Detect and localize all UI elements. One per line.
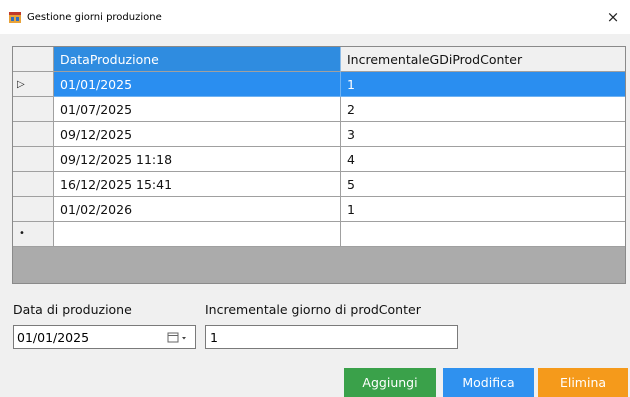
- window-title: Gestione giorni produzione: [27, 12, 162, 23]
- table-row[interactable]: 01/02/2026 1: [13, 197, 625, 222]
- cell-incrementale[interactable]: 5: [341, 172, 625, 197]
- increment-input[interactable]: 1: [205, 325, 458, 349]
- cell-data[interactable]: 01/02/2026: [54, 197, 341, 222]
- title-bar: Gestione giorni produzione ×: [0, 0, 630, 34]
- calendar-dropdown-icon[interactable]: [167, 331, 189, 345]
- row-header[interactable]: [13, 147, 54, 172]
- delete-button[interactable]: Elimina: [538, 368, 628, 397]
- cell-incrementale[interactable]: 1: [341, 197, 625, 222]
- table-row[interactable]: 09/12/2025 3: [13, 122, 625, 147]
- row-header[interactable]: [13, 172, 54, 197]
- table-row[interactable]: ▷ 01/01/2025 1: [13, 72, 625, 97]
- increment-value: 1: [210, 330, 218, 345]
- column-header-dataproduzione[interactable]: DataProduzione: [54, 47, 341, 72]
- date-value: 01/01/2025: [17, 330, 90, 345]
- cell-data[interactable]: 01/07/2025: [54, 97, 341, 122]
- row-header[interactable]: [13, 197, 54, 222]
- row-header-corner[interactable]: [13, 47, 54, 72]
- column-header-incrementale[interactable]: IncrementaleGDiProdConter: [341, 47, 625, 72]
- grid-header: DataProduzione IncrementaleGDiProdConter: [13, 47, 625, 72]
- cell-data[interactable]: 09/12/2025 11:18: [54, 147, 341, 172]
- cell-incrementale[interactable]: 3: [341, 122, 625, 147]
- cell-data-new[interactable]: [54, 222, 341, 247]
- table-row[interactable]: 16/12/2025 15:41 5: [13, 172, 625, 197]
- cell-data[interactable]: 09/12/2025: [54, 122, 341, 147]
- cell-incrementale[interactable]: 4: [341, 147, 625, 172]
- row-header[interactable]: ▷: [13, 72, 54, 97]
- table-row[interactable]: 09/12/2025 11:18 4: [13, 147, 625, 172]
- cell-data[interactable]: 01/01/2025: [54, 72, 341, 97]
- date-picker[interactable]: 01/01/2025: [13, 325, 196, 349]
- close-icon[interactable]: ×: [602, 8, 624, 26]
- new-row-marker-icon: •: [19, 228, 25, 239]
- current-row-marker-icon: ▷: [17, 79, 25, 90]
- form-window-icon: [9, 12, 21, 23]
- data-grid[interactable]: DataProduzione IncrementaleGDiProdConter…: [12, 46, 626, 284]
- cell-data[interactable]: 16/12/2025 15:41: [54, 172, 341, 197]
- table-row[interactable]: 01/07/2025 2: [13, 97, 625, 122]
- add-button[interactable]: Aggiungi: [344, 368, 436, 397]
- cell-incrementale[interactable]: 1: [341, 72, 625, 97]
- row-header[interactable]: [13, 122, 54, 147]
- date-label: Data di produzione: [13, 302, 132, 317]
- modify-button[interactable]: Modifica: [443, 368, 534, 397]
- row-header[interactable]: •: [13, 222, 54, 247]
- cell-incrementale[interactable]: 2: [341, 97, 625, 122]
- new-row[interactable]: •: [13, 222, 625, 247]
- increment-label: Incrementale giorno di prodConter: [205, 302, 421, 317]
- cell-incrementale-new[interactable]: [341, 222, 625, 247]
- row-header[interactable]: [13, 97, 54, 122]
